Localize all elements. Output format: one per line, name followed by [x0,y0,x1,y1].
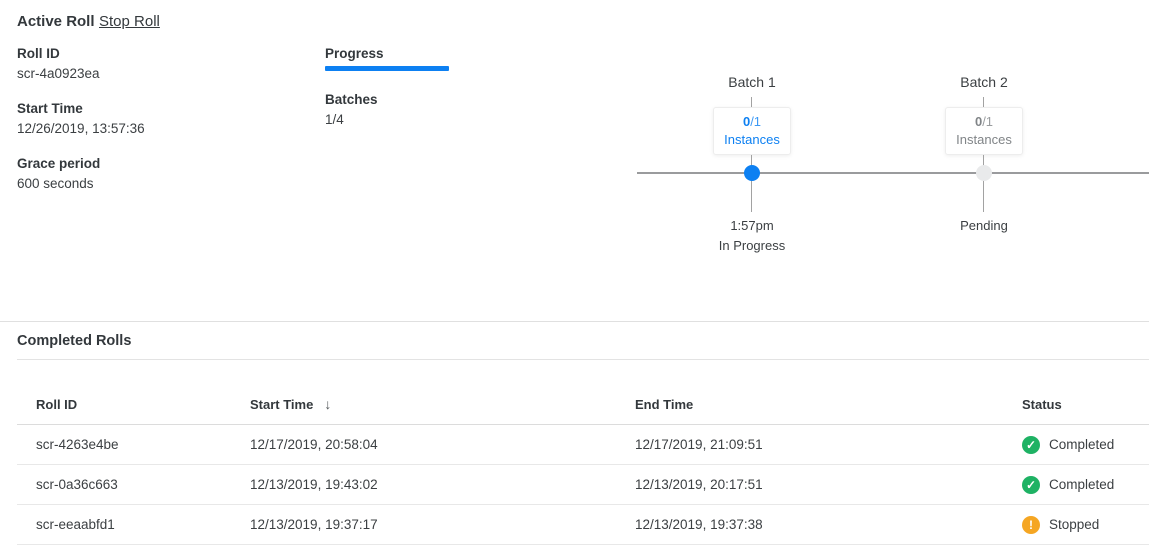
status-label: Stopped [1049,517,1099,532]
table-row[interactable]: scr-4263e4be 12/17/2019, 20:58:04 12/17/… [17,425,1149,465]
batch-2-time: Pending [914,218,1054,233]
batch-2-connector [983,155,984,212]
completed-rolls-section: Completed Rolls Roll ID Start Time ↓ End… [0,333,1149,545]
table-row[interactable]: scr-0a36c663 12/13/2019, 19:43:02 12/13/… [17,465,1149,505]
batch-2-tick [983,97,984,107]
sort-descending-icon[interactable]: ↓ [324,396,331,412]
status-label: Completed [1049,437,1114,452]
grace-period-value: 600 seconds [17,175,145,192]
table-row[interactable]: scr-eeaabfd1 12/13/2019, 19:37:17 12/13/… [17,505,1149,545]
cell-roll-id: scr-4263e4be [36,437,250,452]
cell-end-time: 12/13/2019, 19:37:38 [635,517,1022,532]
batches-label: Batches [325,91,449,108]
grace-period-field: Grace period 600 seconds [17,155,145,192]
status-completed-icon: ✓ [1022,476,1040,494]
progress-details: Progress Batches 1/4 [325,45,449,128]
active-roll-section: Active Roll Stop Roll Roll ID scr-4a0923… [0,0,1149,322]
batch-1-instances-count: 0/1 [714,113,790,131]
table-header-row: Roll ID Start Time ↓ End Time Status [17,360,1149,425]
roll-id-field: Roll ID scr-4a0923ea [17,45,145,82]
roll-id-value: scr-4a0923ea [17,65,145,82]
header-roll-id: Roll ID [36,397,250,412]
roll-id-label: Roll ID [17,45,145,62]
header-start-time[interactable]: Start Time ↓ [250,396,635,412]
start-time-field: Start Time 12/26/2019, 13:57:36 [17,100,145,137]
start-time-value: 12/26/2019, 13:57:36 [17,120,145,137]
active-roll-title: Active Roll [17,13,95,30]
batch-1-tick [751,97,752,107]
batch-2-instances-card[interactable]: 0/1 Instances [945,107,1023,155]
timeline-axis [637,172,1149,174]
header-end-time: End Time [635,397,1022,412]
active-roll-details: Roll ID scr-4a0923ea Start Time 12/26/20… [17,45,145,210]
header-status: Status [1022,397,1149,412]
completed-rolls-title: Completed Rolls [17,333,1149,359]
cell-roll-id: scr-eeaabfd1 [36,517,250,532]
cell-end-time: 12/13/2019, 20:17:51 [635,477,1022,492]
status-stopped-icon: ! [1022,516,1040,534]
stop-roll-link[interactable]: Stop Roll [99,13,160,30]
batch-1-time: 1:57pm [682,218,822,233]
batches-value: 1/4 [325,111,449,128]
batch-2-instances-count: 0/1 [946,113,1022,131]
status-label: Completed [1049,477,1114,492]
grace-period-label: Grace period [17,155,145,172]
status-completed-icon: ✓ [1022,436,1040,454]
start-time-label: Start Time [17,100,145,117]
batch-2-instances-label: Instances [946,131,1022,149]
cell-status: ! Stopped [1022,516,1149,534]
batch-1-marker-dot [744,165,760,181]
batch-2-marker-dot [976,165,992,181]
batch-1-instances-card[interactable]: 0/1 Instances [713,107,791,155]
cell-roll-id: scr-0a36c663 [36,477,250,492]
batch-1-instances-label: Instances [714,131,790,149]
progress-label: Progress [325,45,449,62]
progress-bar [325,66,449,71]
cell-status: ✓ Completed [1022,436,1149,454]
cell-start-time: 12/13/2019, 19:43:02 [250,477,635,492]
completed-rolls-table: Roll ID Start Time ↓ End Time Status scr… [17,360,1149,545]
batch-1-connector [751,155,752,212]
batch-1-status: In Progress [682,238,822,253]
cell-end-time: 12/17/2019, 21:09:51 [635,437,1022,452]
cell-status: ✓ Completed [1022,476,1149,494]
cell-start-time: 12/13/2019, 19:37:17 [250,517,635,532]
cell-start-time: 12/17/2019, 20:58:04 [250,437,635,452]
batch-2-name: Batch 2 [914,74,1054,90]
batch-1-name: Batch 1 [682,74,822,90]
